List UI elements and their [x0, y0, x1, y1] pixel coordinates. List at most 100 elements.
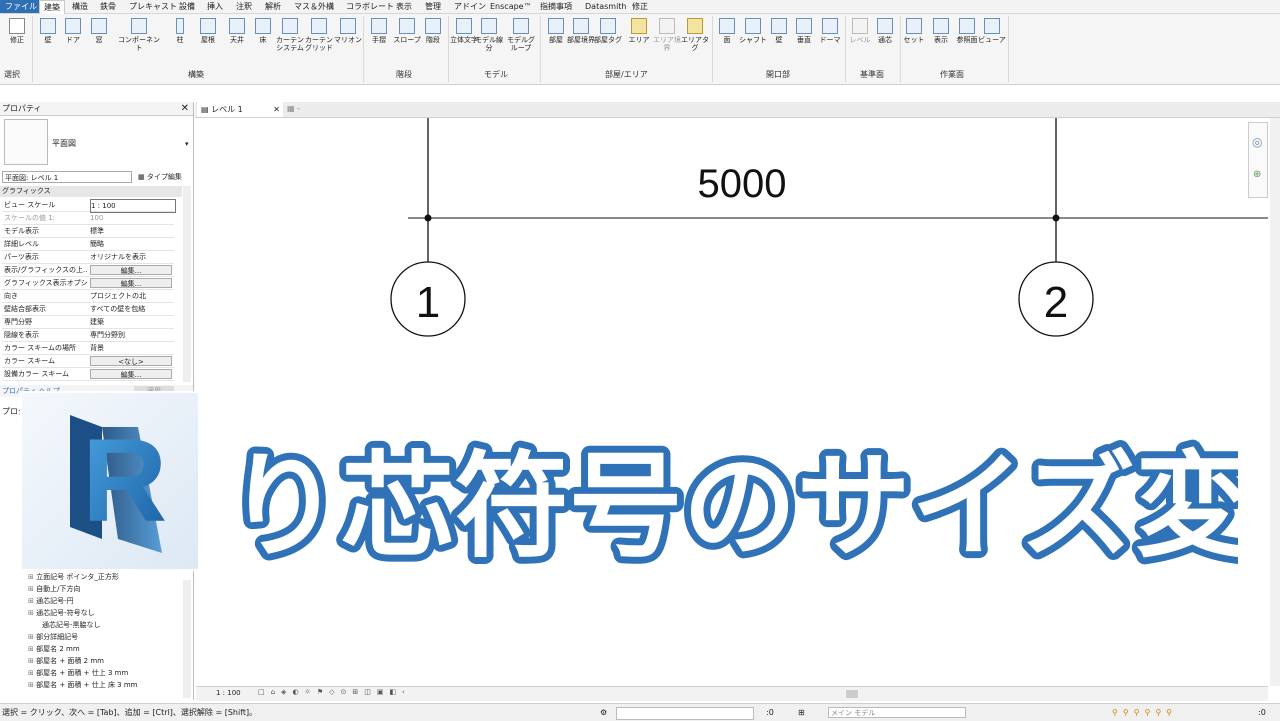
dimension-text[interactable]: 5000	[698, 162, 787, 206]
tab-level-1[interactable]: ▤ レベル 1 ✕	[197, 102, 283, 117]
view-scale[interactable]: 1 : 100	[216, 689, 241, 697]
property-row[interactable]: 隠線を表示 専門分野別	[2, 329, 174, 342]
menu-steel[interactable]: 鉄骨	[100, 0, 116, 13]
panel-room-area[interactable]: 部屋/エリア	[605, 69, 648, 80]
workset-icon[interactable]: ⚙	[600, 704, 607, 721]
menu-enscape[interactable]: Enscape™	[490, 0, 532, 13]
menu-datasmith[interactable]: Datasmith	[585, 0, 627, 13]
set-tool[interactable]: セット	[899, 18, 929, 44]
edit-type-button[interactable]: ▦ タイプ編集	[138, 171, 191, 183]
browser-item[interactable]: ⊞ 部屋名 + 面積 + 仕上 3 mm	[28, 668, 128, 679]
menu-view[interactable]: 表示	[396, 0, 412, 13]
browser-item[interactable]: ⊞ 通芯記号-符号なし	[28, 608, 95, 619]
browser-item[interactable]: ⊞ 通芯記号-円	[28, 596, 74, 607]
property-edit-button[interactable]: 編集...	[90, 265, 172, 275]
property-row[interactable]: モデル表示 標準	[2, 225, 174, 238]
curtain-grid-tool[interactable]: カーテングリッド	[304, 18, 334, 52]
room-separator-tool[interactable]: 部屋境界	[566, 18, 596, 44]
menu-architecture[interactable]: 建築	[39, 0, 65, 14]
browser-item[interactable]: ⊞ 部分詳細記号	[28, 632, 78, 643]
viewer-tool[interactable]: ビューア	[977, 18, 1007, 44]
room-tag-tool[interactable]: 部屋タグ	[593, 18, 623, 44]
dormer-tool[interactable]: ドーマ	[815, 18, 845, 44]
expand-icon[interactable]: ⊞	[28, 645, 36, 653]
floor-tool[interactable]: 床	[248, 18, 278, 44]
menu-systems[interactable]: 設備	[179, 0, 195, 13]
menu-modify[interactable]: 修正	[632, 0, 648, 13]
column-tool[interactable]: 柱	[165, 18, 195, 44]
close-icon[interactable]: ✕	[181, 102, 189, 115]
menu-massing[interactable]: マス＆外構	[294, 0, 334, 13]
property-row[interactable]: ビュー スケール 1 : 100	[2, 199, 176, 213]
browser-item[interactable]: ⊞ 部屋名 + 面積 2 mm	[28, 656, 104, 667]
model-group-tool[interactable]: モデルグループ	[504, 18, 538, 52]
property-row[interactable]: 壁結合部表示 すべての壁を包絡	[2, 303, 174, 316]
property-row[interactable]: 向き プロジェクトの北	[2, 290, 174, 303]
selection-filter-icons[interactable]: ⚲⚲⚲⚲⚲⚲	[1112, 704, 1177, 721]
menu-structure[interactable]: 構造	[72, 0, 88, 13]
property-edit-button[interactable]: <なし>	[90, 356, 172, 366]
property-row[interactable]: 専門分野 建築	[2, 316, 174, 329]
expand-icon[interactable]: ⊞	[28, 597, 36, 605]
expand-icon[interactable]: ⊞	[28, 657, 36, 665]
panel-select[interactable]: 選択	[4, 69, 20, 80]
property-row[interactable]: 詳細レベル 簡略	[2, 238, 174, 251]
browser-item[interactable]: ⊞ 部屋名 + 面積 + 仕上 床 3 mm	[28, 680, 138, 691]
expand-icon[interactable]: ⊞	[28, 609, 36, 617]
expand-icon[interactable]: ⊞	[28, 585, 36, 593]
workset-dropdown[interactable]	[616, 707, 754, 720]
roof-tool[interactable]: 屋根	[193, 18, 223, 44]
property-edit-button[interactable]: 編集...	[90, 369, 172, 379]
browser-item[interactable]: ⊞ 自動上/下方向	[28, 584, 80, 595]
menu-manage[interactable]: 管理	[425, 0, 441, 13]
menu-file[interactable]: ファイル	[0, 0, 42, 13]
design-option-icon[interactable]: ⊞	[798, 704, 805, 721]
menu-precast[interactable]: プレキャスト	[129, 0, 177, 13]
instance-selector[interactable]: 平面図: レベル 1	[2, 171, 132, 183]
menu-insert[interactable]: 挿入	[207, 0, 223, 13]
menu-addins[interactable]: アドイン	[454, 0, 486, 13]
graphics-section[interactable]: グラフィックス	[0, 186, 182, 197]
zoom-icon[interactable]: ⊕	[1253, 169, 1261, 180]
browser-item[interactable]: ⊞ 部屋名 2 mm	[28, 644, 80, 655]
tab-overflow-icon[interactable]: ▦ -	[287, 104, 300, 113]
property-row[interactable]: 設備カラー スキーム 編集...	[2, 368, 174, 381]
window-tool[interactable]: 窓	[84, 18, 114, 44]
property-row[interactable]: カラー スキームの場所 背景	[2, 342, 174, 355]
curtain-system-tool[interactable]: カーテンシステム	[275, 18, 305, 52]
modify-tool[interactable]: 修正	[2, 18, 32, 44]
area-tag-tool[interactable]: エリアタグ	[680, 18, 710, 52]
view-control-icons[interactable]: □⌂◈◐☼⚑◇⊙⊞◫▣◧‹	[258, 688, 411, 696]
mullion-tool[interactable]: マリオン	[333, 18, 363, 44]
browser-item[interactable]: 通芯記号-黒脇なし	[42, 620, 101, 631]
close-icon[interactable]: ✕	[273, 102, 280, 117]
stair-tool[interactable]: 階段	[418, 18, 448, 44]
steering-wheel-icon[interactable]: ◎	[1252, 135, 1262, 149]
railing-tool[interactable]: 手摺	[364, 18, 394, 44]
property-row[interactable]: グラフィックス表示オプシ... 編集...	[2, 277, 174, 290]
property-row[interactable]: カラー スキーム <なし>	[2, 355, 174, 368]
expand-icon[interactable]: ⊞	[28, 681, 36, 689]
expand-icon[interactable]: ⊞	[28, 669, 36, 677]
menu-analyze[interactable]: 解析	[265, 0, 281, 13]
canvas-scrollbar[interactable]	[1270, 118, 1280, 686]
browser-scrollbar[interactable]	[183, 580, 191, 698]
expand-icon[interactable]: ⊞	[28, 633, 36, 641]
expand-icon[interactable]: ⊞	[28, 573, 36, 581]
property-row[interactable]: パーツ表示 オリジナルを表示	[2, 251, 174, 264]
properties-scrollbar[interactable]	[183, 186, 191, 382]
menu-issues[interactable]: 指摘事項	[540, 0, 572, 13]
property-row[interactable]: 表示/グラフィックスの上... 編集...	[2, 264, 174, 277]
grid-tool[interactable]: 通芯	[870, 18, 900, 44]
area-tool[interactable]: エリア	[624, 18, 654, 44]
menu-annotate[interactable]: 注釈	[236, 0, 252, 13]
menu-collaborate[interactable]: コラボレート	[346, 0, 394, 13]
component-tool[interactable]: コンポーネント	[115, 18, 163, 52]
browser-item[interactable]: ⊞ 立面記号 ポインタ_正方形	[28, 572, 119, 583]
model-line-tool[interactable]: モデル線分	[474, 18, 504, 52]
property-row[interactable]: スケールの値 1: 100	[2, 212, 174, 225]
chevron-down-icon[interactable]: ▾	[185, 140, 189, 148]
horizontal-scroll-thumb[interactable]	[846, 690, 858, 698]
property-edit-button[interactable]: 編集...	[90, 278, 172, 288]
area-boundary-tool[interactable]: エリア境界	[652, 18, 682, 52]
